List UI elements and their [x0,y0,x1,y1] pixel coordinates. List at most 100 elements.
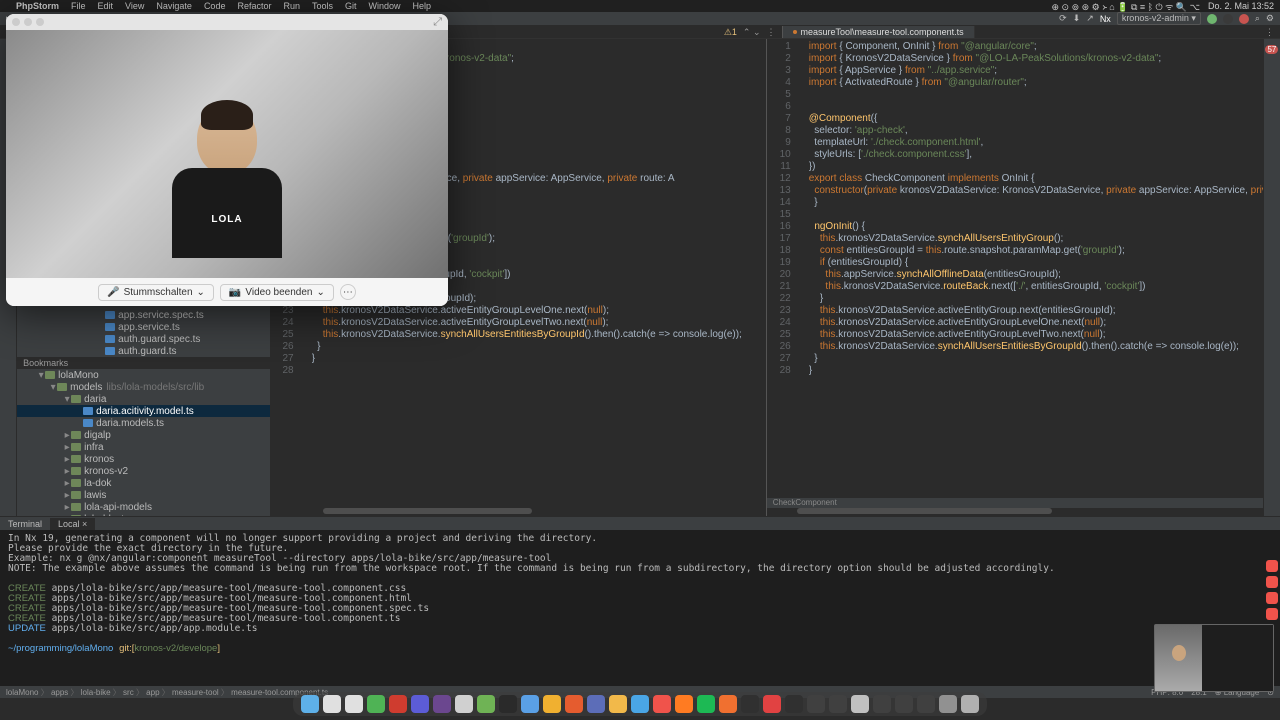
video-call-window[interactable]: ⤢ LOLA 🎤Stummschalten ⌄ 📷Video beenden ⌄… [6,14,448,306]
editor-breadcrumb[interactable]: CheckComponent [767,498,1263,508]
dock-app-icon[interactable] [873,695,891,713]
bookmarks-section[interactable]: Bookmarks [17,357,269,369]
menu-item[interactable]: Tools [312,1,333,11]
dock-app-icon[interactable] [565,695,583,713]
toolbar-action-icon[interactable]: ⟳ [1059,13,1067,24]
side-tool-icon[interactable] [1266,608,1278,620]
tree-folder[interactable]: ▸digalp [17,429,269,441]
stop-button-icon[interactable] [1239,14,1249,24]
dock-app-icon[interactable] [609,695,627,713]
dock-app-icon[interactable] [367,695,385,713]
dock-app-icon[interactable] [961,695,979,713]
breadcrumb-item[interactable]: src [123,688,134,697]
tree-folder[interactable]: ▾daria [17,393,269,405]
dock-app-icon[interactable] [653,695,671,713]
dock-app-icon[interactable] [763,695,781,713]
menu-item[interactable]: Window [369,1,401,11]
app-name-menu[interactable]: PhpStorm [16,1,59,11]
terminal-tab[interactable]: Local × [50,518,95,530]
code-area[interactable]: import { Component, OnInit } from "@angu… [809,39,1263,516]
dock-app-icon[interactable] [829,695,847,713]
breadcrumb-item[interactable]: measure-tool [172,688,219,697]
dock-app-icon[interactable] [917,695,935,713]
dock-app-icon[interactable] [785,695,803,713]
breadcrumb-item[interactable]: lolaMono [6,688,38,697]
side-tool-icon[interactable] [1266,592,1278,604]
tree-file[interactable]: app.service.spec.ts [17,309,269,321]
dock-app-icon[interactable] [697,695,715,713]
traffic-min-icon[interactable] [24,18,32,26]
tree-folder[interactable]: ▸kronos-v2 [17,465,269,477]
menu-item[interactable]: Code [204,1,226,11]
dock-app-icon[interactable] [301,695,319,713]
dock-app-icon[interactable] [851,695,869,713]
dock-app-icon[interactable] [499,695,517,713]
project-dropdown[interactable]: kronos-v2-admin ▾ [1117,12,1201,25]
tree-folder[interactable]: ▾modelslibs/lola-models/src/lib [17,381,269,393]
notifications-icon[interactable]: 57 [1265,45,1278,54]
dock-app-icon[interactable] [521,695,539,713]
dock-app-icon[interactable] [411,695,429,713]
dock-app-icon[interactable] [675,695,693,713]
dock-app-icon[interactable] [939,695,957,713]
stop-video-button[interactable]: 📷Video beenden ⌄ [220,284,334,301]
tree-file[interactable]: daria.models.ts [17,417,269,429]
breadcrumb-item[interactable]: apps [51,688,68,697]
dock-app-icon[interactable] [477,695,495,713]
side-tool-icon[interactable] [1266,560,1278,572]
tree-file[interactable]: daria.acitivity.model.ts [17,405,269,417]
dock-app-icon[interactable] [389,695,407,713]
editor-tab[interactable]: measureTool\measure-tool.component.ts [783,26,975,38]
dock-app-icon[interactable] [741,695,759,713]
chevron-down-icon[interactable]: ⌄ [316,287,324,298]
horizontal-scrollbar[interactable] [300,508,764,514]
tree-file[interactable]: auth.guard.ts [17,345,269,357]
menu-item[interactable]: Git [345,1,357,11]
dock-app-icon[interactable] [719,695,737,713]
menu-item[interactable]: Run [283,1,300,11]
menu-item[interactable]: Navigate [156,1,192,11]
chevron-down-icon[interactable]: ⌄ [197,287,205,298]
menu-item[interactable]: Help [413,1,432,11]
debug-button-icon[interactable] [1223,14,1233,24]
dock-app-icon[interactable] [631,695,649,713]
traffic-close-icon[interactable] [12,18,20,26]
dock-app-icon[interactable] [433,695,451,713]
toolbar-action-icon[interactable]: ⬇ [1073,13,1081,24]
menubar-clock[interactable]: Do. 2. Mai 13:52 [1208,1,1274,11]
side-tool-icon[interactable] [1266,576,1278,588]
mute-button[interactable]: 🎤Stummschalten ⌄ [98,284,214,301]
search-icon[interactable]: ⌕ [1255,13,1260,24]
dock-app-icon[interactable] [323,695,341,713]
right-tool-gutter[interactable]: 57 [1263,39,1280,516]
dock-app-icon[interactable] [895,695,913,713]
menu-item[interactable]: Edit [98,1,114,11]
tab-overflow-icon[interactable]: ⋮ [1265,27,1274,38]
more-options-button[interactable]: ⋯ [340,284,356,300]
dock-app-icon[interactable] [587,695,605,713]
dock-app-icon[interactable] [455,695,473,713]
nx-icon[interactable]: Nx [1100,14,1111,24]
dock-app-icon[interactable] [345,695,363,713]
window-titlebar[interactable]: ⤢ [6,14,448,30]
tree-folder[interactable]: ▸infra [17,441,269,453]
tree-file[interactable]: app.service.ts [17,321,269,333]
tree-folder[interactable]: ▸lola-blast [17,513,269,516]
tab-overflow-icon[interactable]: ⋮ [767,27,776,38]
expand-icon[interactable]: ⤢ [433,16,442,29]
tree-folder[interactable]: ▸kronos [17,453,269,465]
warnings-indicator[interactable]: ⚠1 [724,27,737,38]
tree-folder[interactable]: ▸lola-api-models [17,501,269,513]
run-button-icon[interactable] [1207,14,1217,24]
screen-share-preview[interactable] [1154,624,1274,692]
settings-icon[interactable]: ⚙ [1266,13,1274,24]
terminal-tab[interactable]: Terminal [0,518,50,530]
tree-file[interactable]: auth.guard.spec.ts [17,333,269,345]
dock-app-icon[interactable] [807,695,825,713]
menu-item[interactable]: View [125,1,144,11]
traffic-max-icon[interactable] [36,18,44,26]
menubar-status-icons[interactable]: ⊕ ⊙ ⊚ ⊛ ⚙ ᚛ ⌂ 🔋 ⧉ ≡ ᛒ ⏻ ᯤ 🔍 ⌥ [1052,0,1200,13]
terminal-output[interactable]: In Nx 19, generating a component will no… [0,530,1280,686]
breadcrumb-item[interactable]: app [146,688,159,697]
dock-app-icon[interactable] [543,695,561,713]
